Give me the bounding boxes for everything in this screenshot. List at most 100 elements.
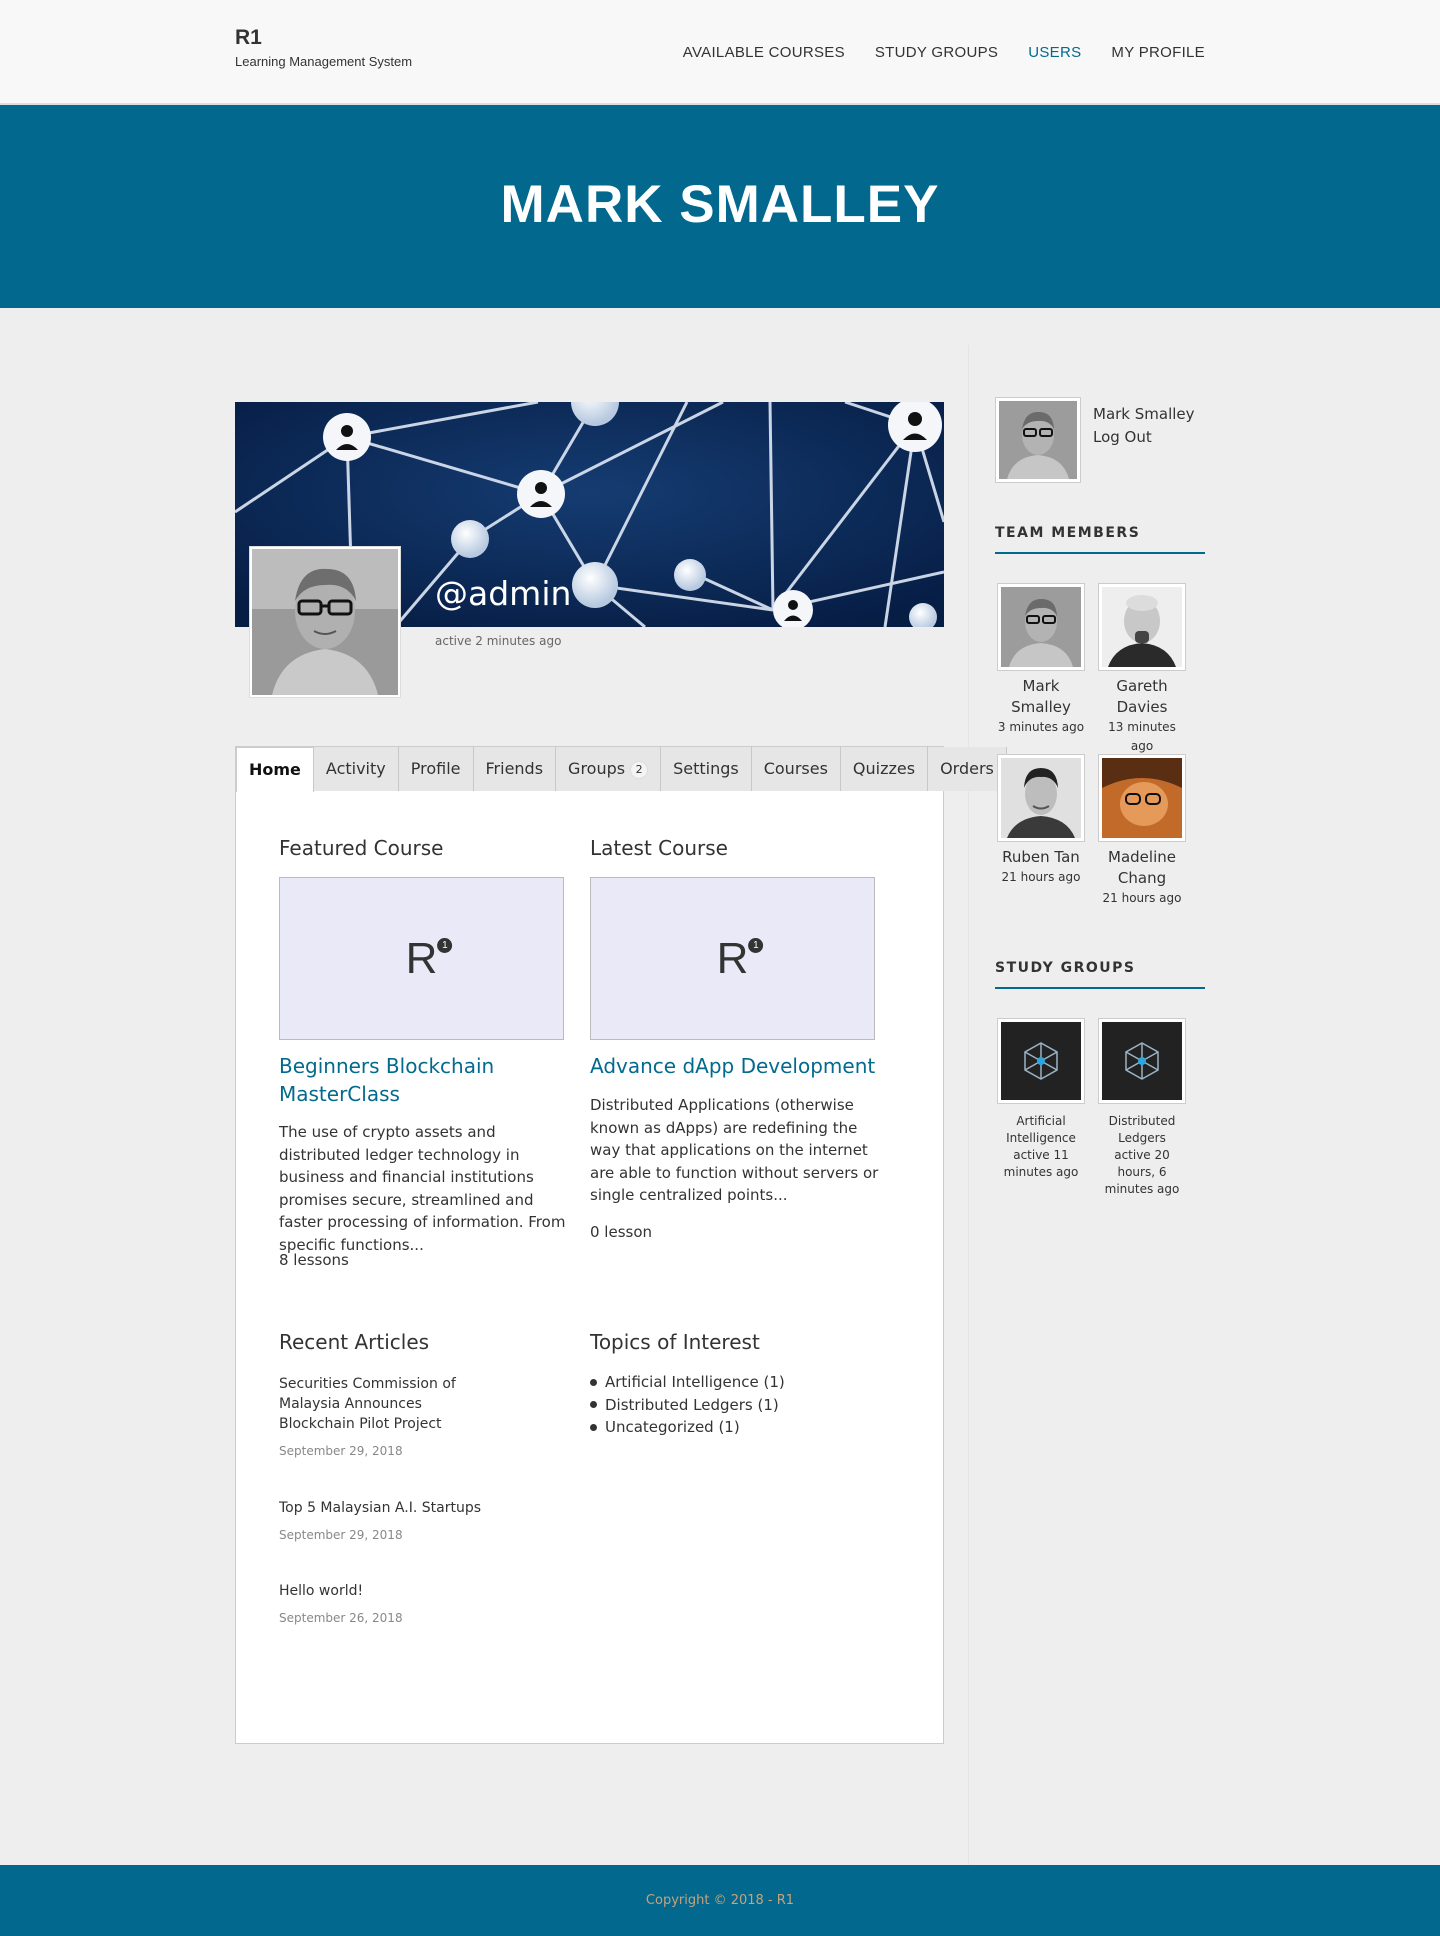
member-name[interactable]: Gareth Davies [1098, 676, 1186, 718]
article-date: September 26, 2018 [279, 1611, 403, 1625]
latest-course-lessons: 0 lesson [590, 1223, 653, 1241]
tab-friends-label: Friends [485, 759, 544, 778]
team-members-heading: TEAM MEMBERS [995, 525, 1141, 541]
tab-quizzes-label: Quizzes [852, 759, 916, 778]
member-name[interactable]: Mark Smalley [997, 676, 1085, 718]
nav-available-courses[interactable]: AVAILABLE COURSES [683, 44, 845, 61]
latest-course-heading: Latest Course [590, 836, 728, 860]
profile-last-active: active 2 minutes ago [435, 634, 562, 648]
topic-label: Artificial Intelligence (1) [605, 1373, 785, 1391]
sidebar-user-name[interactable]: Mark Smalley [1093, 405, 1195, 423]
nav-my-profile[interactable]: MY PROFILE [1111, 44, 1205, 61]
topic-item[interactable]: Artificial Intelligence (1) [590, 1371, 785, 1394]
member-last-active: 3 minutes ago [997, 720, 1085, 734]
site-title[interactable]: R1 [235, 26, 412, 50]
group-avatar[interactable] [1098, 1018, 1186, 1104]
groups-count-badge: 2 [630, 760, 649, 779]
tab-settings[interactable]: Settings [661, 747, 752, 791]
page-hero: MARK SMALLEY [0, 105, 1440, 308]
latest-course-image[interactable]: R1 [590, 877, 875, 1040]
tab-profile[interactable]: Profile [398, 747, 474, 791]
group-avatar[interactable] [997, 1018, 1085, 1104]
topics-list: Artificial Intelligence (1) Distributed … [590, 1371, 785, 1439]
page-title: MARK SMALLEY [500, 175, 940, 234]
member-last-active: 21 hours ago [1102, 891, 1182, 905]
r1-logo-icon: R1 [405, 933, 453, 984]
network-cube-icon [1125, 1042, 1159, 1080]
site-header: R1 Learning Management System AVAILABLE … [0, 0, 1440, 105]
member-name[interactable]: Ruben Tan [997, 847, 1085, 868]
article-title-link[interactable]: Securities Commission of Malaysia Announ… [279, 1374, 499, 1434]
study-groups-heading: STUDY GROUPS [995, 960, 1136, 976]
recent-articles-heading: Recent Articles [279, 1330, 430, 1354]
article-title-link[interactable]: Top 5 Malaysian A.I. Startups [279, 1498, 539, 1518]
topic-label: Uncategorized (1) [605, 1418, 740, 1436]
profile-username: @admin [435, 574, 572, 613]
member-avatar[interactable] [997, 754, 1085, 842]
group-name[interactable]: Artificial Intelligence [997, 1113, 1085, 1147]
profile-avatar[interactable] [250, 547, 400, 697]
bullet-icon [590, 1401, 597, 1409]
footer-copyright: Copyright © 2018 - R1 [645, 1893, 795, 1908]
member-last-active: 21 hours ago [1001, 870, 1081, 884]
member-avatar[interactable] [997, 583, 1085, 671]
tab-profile-label: Profile [410, 759, 461, 778]
logout-link[interactable]: Log Out [1093, 428, 1152, 446]
tab-groups[interactable]: Groups 2 [556, 747, 662, 791]
article-date: September 29, 2018 [279, 1444, 403, 1458]
featured-course-image[interactable]: R1 [279, 877, 564, 1040]
bullet-icon [590, 1378, 597, 1386]
r1-logo-icon: R1 [716, 933, 764, 984]
study-group[interactable]: Distributed Ledgers active 20 hours, 6 m… [1098, 1018, 1186, 1198]
tab-orders-label: Orders [940, 759, 994, 778]
team-member[interactable]: Madeline Chang 21 hours ago [1098, 754, 1186, 908]
topic-item[interactable]: Uncategorized (1) [590, 1416, 785, 1439]
team-member[interactable]: Gareth Davies 13 minutes ago [1098, 583, 1186, 756]
team-members-rule [995, 552, 1205, 554]
network-cube-icon [1024, 1042, 1058, 1080]
bullet-icon [590, 1423, 597, 1431]
tab-settings-label: Settings [673, 759, 739, 778]
tab-courses[interactable]: Courses [751, 747, 841, 791]
member-last-active: 13 minutes ago [1108, 720, 1176, 753]
profile-tabs: Home Activity Profile Friends Groups 2 Se… [236, 747, 1007, 792]
article-title-link[interactable]: Hello world! [279, 1581, 499, 1601]
tab-courses-label: Courses [763, 759, 828, 778]
topic-item[interactable]: Distributed Ledgers (1) [590, 1394, 785, 1417]
tab-activity-label: Activity [325, 759, 386, 778]
site-tagline: Learning Management System [235, 54, 413, 69]
featured-course-title-link[interactable]: Beginners Blockchain MasterClass [279, 1052, 569, 1108]
featured-logo-sup: 1 [437, 937, 453, 953]
topics-heading: Topics of Interest [590, 1330, 760, 1354]
tab-home[interactable]: Home [236, 747, 314, 792]
study-group[interactable]: Artificial Intelligence active 11 minute… [997, 1018, 1085, 1181]
member-avatar[interactable] [1098, 583, 1186, 671]
latest-course-title-link[interactable]: Advance dApp Development [590, 1052, 890, 1080]
tab-home-label: Home [249, 760, 301, 779]
tab-activity[interactable]: Activity [313, 747, 399, 791]
tab-friends[interactable]: Friends [473, 747, 557, 791]
group-activity: active 11 minutes ago [1003, 1148, 1079, 1179]
team-member[interactable]: Mark Smalley 3 minutes ago [997, 583, 1085, 737]
main-nav: AVAILABLE COURSES STUDY GROUPS USERS MY … [683, 44, 1205, 61]
group-activity: active 20 hours, 6 minutes ago [1104, 1148, 1180, 1196]
featured-logo-text: R [405, 933, 438, 983]
latest-course-description: Distributed Applications (otherwise know… [590, 1096, 879, 1204]
member-avatar[interactable] [1098, 754, 1186, 842]
sidebar-user-avatar[interactable] [995, 397, 1081, 483]
nav-study-groups[interactable]: STUDY GROUPS [875, 44, 998, 61]
group-name[interactable]: Distributed Ledgers [1098, 1113, 1186, 1147]
tab-groups-label: Groups [568, 759, 626, 778]
study-groups-rule [995, 987, 1205, 989]
member-name[interactable]: Madeline Chang [1098, 847, 1186, 889]
site-brand[interactable]: R1 Learning Management System [235, 26, 412, 69]
featured-course-heading: Featured Course [279, 836, 444, 860]
team-member[interactable]: Ruben Tan 21 hours ago [997, 754, 1085, 887]
tab-orders[interactable]: Orders [928, 747, 1007, 791]
latest-logo-text: R [716, 933, 749, 983]
tab-quizzes[interactable]: Quizzes [840, 747, 929, 791]
featured-course-lessons: 8 lessons [279, 1251, 349, 1269]
nav-users[interactable]: USERS [1028, 44, 1081, 61]
sidebar-divider [968, 345, 969, 1865]
site-footer: Copyright © 2018 - R1 [0, 1865, 1440, 1936]
